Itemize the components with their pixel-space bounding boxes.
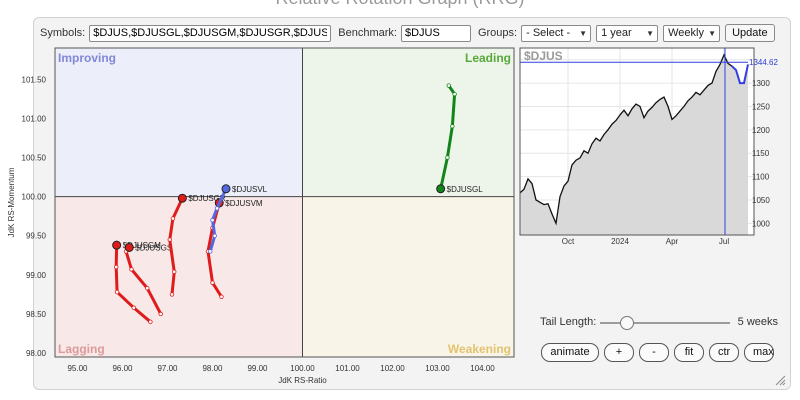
- max-button[interactable]: max: [744, 343, 774, 362]
- series-tail-point: [172, 269, 177, 274]
- animate-button[interactable]: animate: [541, 343, 599, 362]
- series-tail-point: [167, 237, 172, 242]
- series-tail-point: [131, 305, 136, 310]
- series-tail-point: [148, 319, 153, 324]
- rrg-chart-area: Improving Leading Lagging Weakening 95.0…: [7, 47, 778, 385]
- rrg-x-axis-label: JdK RS-Ratio: [278, 376, 327, 385]
- x-tick-label: 99.00: [247, 364, 268, 373]
- series-tail-point: [145, 285, 150, 291]
- series-label: $DJUSVL: [232, 185, 268, 194]
- y-tick-label: 101.00: [22, 114, 47, 123]
- zoom-out-button[interactable]: -: [639, 343, 669, 362]
- price-y-ticks: 1000 1050 1100 1150 1200 1250 1300: [752, 79, 770, 228]
- fit-button[interactable]: fit: [674, 343, 704, 362]
- series-head-marker: [112, 240, 122, 250]
- price-last-value-label: 1344.62: [749, 58, 778, 67]
- zoom-in-button[interactable]: +: [604, 343, 634, 362]
- price-y-tick-label: 1100: [752, 173, 770, 182]
- y-tick-label: 99.50: [26, 232, 47, 241]
- lagging-quadrant: [55, 196, 303, 357]
- rrg-x-ticks: 95.00 96.00 97.00 98.00 99.00 100.00 101.00 102…: [67, 364, 495, 373]
- price-y-tick-label: 1050: [752, 196, 770, 205]
- series-head-marker: [124, 242, 134, 252]
- series-tail-point: [219, 294, 224, 299]
- improving-quadrant: [55, 48, 303, 197]
- series-label: $DJUSVM: [225, 199, 263, 208]
- x-tick-label: 102.00: [380, 364, 405, 373]
- lagging-label: Lagging: [58, 342, 105, 356]
- price-y-tick-label: 1000: [752, 219, 770, 228]
- x-tick-label: 95.00: [67, 364, 88, 373]
- series-head-marker: [221, 184, 231, 194]
- series-tail-point: [452, 91, 457, 97]
- price-x-tick-label: Apr: [666, 237, 679, 246]
- series-tail-point: [170, 216, 176, 221]
- series-tail-point: [210, 217, 215, 223]
- price-x-ticks: Oct 2024 Apr Jul: [562, 237, 730, 246]
- y-tick-label: 99.00: [26, 271, 47, 280]
- tail-length-value: 5 weeks: [737, 316, 778, 328]
- tail-length-label: Tail Length:: [540, 316, 597, 328]
- price-x-tick-label: Oct: [562, 237, 575, 246]
- x-tick-label: 104.00: [470, 364, 495, 373]
- series-tail-point: [446, 83, 451, 88]
- series-tail-point: [169, 292, 175, 297]
- y-tick-label: 101.50: [22, 75, 47, 84]
- series-tail-point: [450, 124, 455, 129]
- tail-length-slider-handle[interactable]: [620, 316, 635, 330]
- rrg-y-axis-label: JdK RS-Momentum: [7, 167, 16, 237]
- series-tail-point: [212, 233, 217, 238]
- price-x-tick-label: Jul: [719, 237, 729, 246]
- x-tick-label: 98.00: [202, 364, 223, 373]
- price-y-tick-label: 1200: [752, 126, 770, 135]
- resize-grip-icon[interactable]: [774, 374, 786, 386]
- y-tick-label: 98.00: [26, 349, 47, 358]
- price-y-tick-label: 1300: [752, 79, 770, 88]
- weakening-label: Weakening: [448, 342, 511, 356]
- leading-quadrant: [302, 48, 514, 197]
- leading-label: Leading: [465, 51, 511, 65]
- series-tail-point: [214, 206, 220, 211]
- y-tick-label: 98.50: [26, 310, 47, 319]
- tail-length-control: Tail Length: 5 weeks: [540, 315, 780, 331]
- series-tail-point: [208, 249, 213, 254]
- price-x-tick-label: 2024: [611, 237, 629, 246]
- price-y-tick-label: 1150: [752, 149, 770, 158]
- series-tail-point: [114, 289, 120, 295]
- x-tick-label: 96.00: [112, 364, 133, 373]
- x-tick-label: 101.00: [335, 364, 360, 373]
- series-head-marker: [177, 193, 187, 203]
- series-tail-point: [445, 155, 450, 160]
- series-label: $DJUSGL: [447, 185, 484, 194]
- price-y-tick-label: 1250: [752, 102, 770, 111]
- y-tick-label: 100.50: [22, 154, 47, 163]
- chart-controls: animate + - fit ctr max: [541, 343, 774, 363]
- improving-label: Improving: [58, 51, 116, 65]
- series-tail-point: [129, 267, 134, 272]
- series-tail-point: [210, 280, 215, 285]
- x-tick-label: 103.00: [425, 364, 450, 373]
- price-chart-title: $DJUS: [524, 49, 563, 63]
- series-label: $DJUSGS: [135, 243, 172, 252]
- weakening-quadrant: [302, 196, 514, 357]
- series-tail-point: [158, 311, 163, 317]
- x-tick-label: 97.00: [157, 364, 178, 373]
- center-button[interactable]: ctr: [709, 343, 739, 362]
- rrg-y-ticks: 98.00 98.50 99.00 99.50 100.00 100.50 101.00 10…: [22, 75, 47, 358]
- series-tail-point: [113, 264, 119, 270]
- y-tick-label: 100.00: [22, 193, 47, 202]
- series-head-marker: [436, 184, 446, 194]
- x-tick-label: 100.00: [290, 364, 315, 373]
